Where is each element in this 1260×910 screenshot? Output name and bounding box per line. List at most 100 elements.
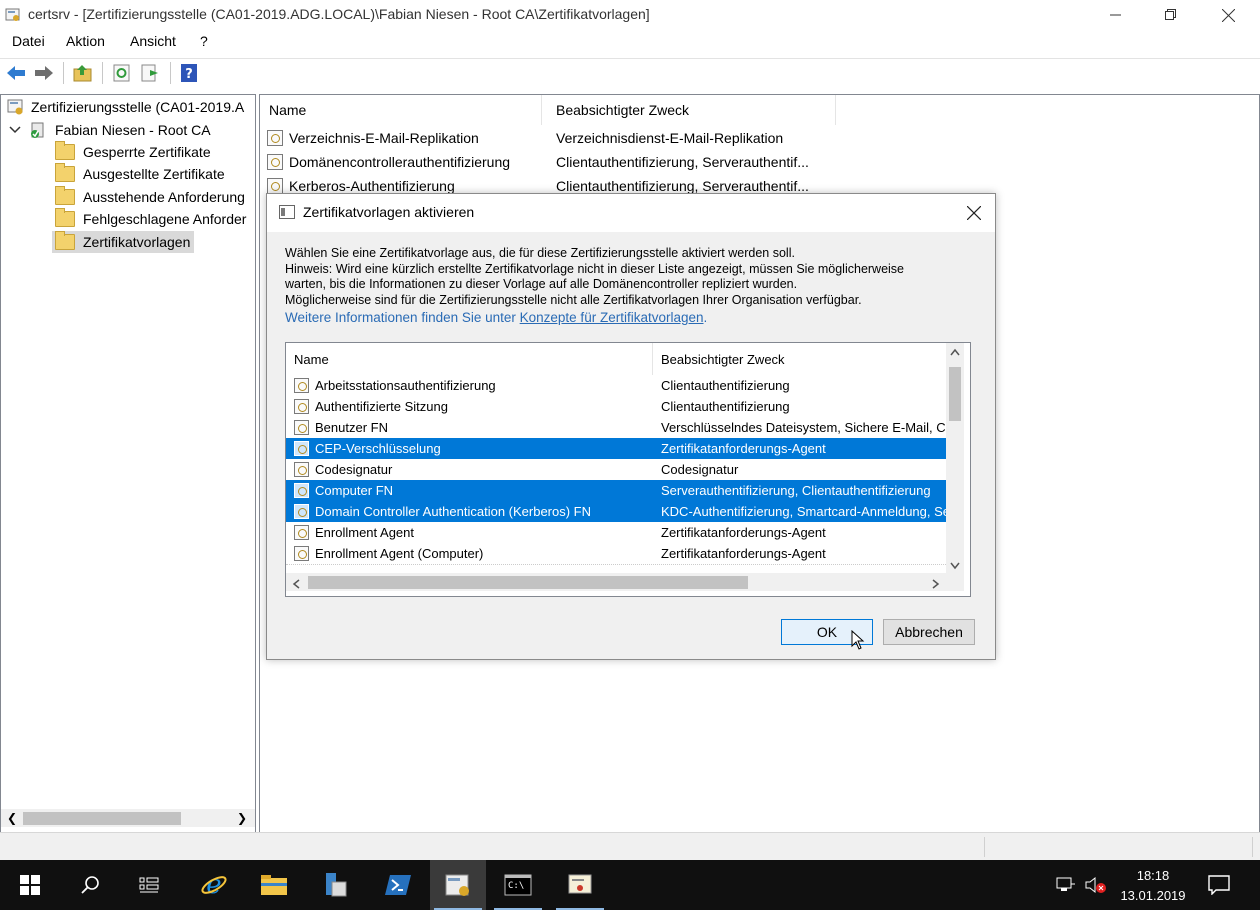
tree-folder-ausgestellte[interactable]: Ausgestellte Zertifikate bbox=[55, 163, 225, 185]
dialog-text-line: Möglicherweise sind für die Zertifizieru… bbox=[285, 292, 862, 307]
close-icon[interactable] bbox=[1205, 0, 1251, 30]
certificate-template-icon bbox=[294, 546, 309, 561]
template-row-name: Authentifizierte Sitzung bbox=[315, 399, 448, 414]
minimize-icon[interactable] bbox=[1093, 0, 1139, 30]
scrollbar-thumb[interactable] bbox=[949, 367, 961, 421]
scroll-down-icon[interactable] bbox=[950, 557, 960, 573]
template-name: Domänencontrollerauthentifizierung bbox=[289, 154, 511, 170]
notification-center-icon[interactable] bbox=[1208, 875, 1230, 898]
volume-muted-icon[interactable] bbox=[1084, 876, 1108, 897]
certsrv-icon[interactable] bbox=[430, 860, 486, 910]
template-row-name: CEP-Verschlüsselung bbox=[315, 441, 441, 456]
powershell-icon[interactable] bbox=[370, 860, 426, 910]
up-folder-icon[interactable] bbox=[72, 63, 94, 83]
export-list-icon[interactable] bbox=[139, 63, 161, 83]
template-row[interactable]: Codesignatur Codesignatur bbox=[286, 459, 946, 480]
template-row[interactable]: Benutzer FN Verschlüsselndes Dateisystem… bbox=[286, 417, 946, 438]
template-row-name: Domain Controller Authentication (Kerber… bbox=[315, 504, 592, 519]
tree-folder-label: Gesperrte Zertifikate bbox=[83, 144, 211, 160]
template-row[interactable]: Enrollment Agent (Computer) Zertifikatan… bbox=[286, 543, 946, 564]
menu-aktion[interactable]: Aktion bbox=[66, 33, 105, 49]
tree-root[interactable]: Zertifizierungsstelle (CA01-2019.A bbox=[7, 96, 244, 118]
tree-ca-label: Fabian Niesen - Root CA bbox=[55, 122, 211, 138]
tree-folder-zertifikatvorlagen[interactable]: Zertifikatvorlagen bbox=[52, 231, 195, 253]
template-row[interactable]: Enrollment Agent Zertifikatanforderungs-… bbox=[286, 522, 946, 543]
dialog-vertical-scrollbar[interactable] bbox=[946, 343, 964, 573]
certificate-template-icon bbox=[294, 441, 309, 456]
help-icon[interactable]: ? bbox=[178, 63, 200, 83]
dialog-text-line: warten, bis die Informationen zu dieser … bbox=[285, 277, 798, 292]
chevron-down-icon[interactable] bbox=[9, 125, 21, 135]
tree-folder-label: Ausstehende Anforderung bbox=[83, 189, 245, 205]
dialog-text-line: Hinweis: Wird eine kürzlich erstellte Ze… bbox=[285, 261, 905, 276]
svg-text:e: e bbox=[206, 871, 221, 899]
folder-icon bbox=[55, 231, 75, 250]
dialog-description: Wählen Sie eine Zertifikatvorlage aus, d… bbox=[285, 246, 985, 326]
internet-explorer-icon[interactable]: e bbox=[186, 860, 242, 910]
template-row-purpose: Verschlüsselndes Dateisystem, Sichere E-… bbox=[661, 420, 946, 435]
template-row[interactable]: Authentifizierte Sitzung Clientauthentif… bbox=[286, 396, 946, 417]
scroll-up-icon[interactable] bbox=[950, 347, 960, 359]
template-row-selected[interactable]: Computer FN Serverauthentifizierung, Cli… bbox=[286, 480, 946, 501]
certificate-app-icon[interactable] bbox=[552, 860, 608, 910]
cancel-button[interactable]: Abbrechen bbox=[883, 619, 975, 645]
command-prompt-icon[interactable]: C:\ bbox=[490, 860, 546, 910]
list-row[interactable]: Domänencontrollerauthentifizierung bbox=[267, 150, 510, 174]
certificate-template-icon bbox=[294, 420, 309, 435]
template-row[interactable]: Arbeitsstationsauthentifizierung Clienta… bbox=[286, 375, 946, 396]
restore-icon[interactable] bbox=[1148, 0, 1194, 30]
certsrv-app-icon bbox=[5, 7, 21, 23]
template-row-selected[interactable]: CEP-Verschlüsselung Zertifikatanforderun… bbox=[286, 438, 946, 459]
toolbar-separator bbox=[170, 62, 171, 84]
tree-folder-ausstehende[interactable]: Ausstehende Anforderung bbox=[55, 186, 245, 208]
template-row-purpose: Clientauthentifizierung bbox=[661, 378, 790, 393]
certificate-template-icon bbox=[294, 399, 309, 414]
refresh-icon[interactable] bbox=[111, 63, 133, 83]
template-row-name: Benutzer FN bbox=[315, 420, 388, 435]
menu-help[interactable]: ? bbox=[200, 33, 208, 49]
back-arrow-icon[interactable] bbox=[5, 63, 27, 83]
dialog-column-purpose[interactable]: Beabsichtigter Zweck bbox=[661, 343, 941, 375]
scroll-left-icon[interactable]: ❮ bbox=[7, 811, 17, 825]
template-row-selected[interactable]: Domain Controller Authentication (Kerber… bbox=[286, 501, 946, 522]
taskbar-clock[interactable]: 18:18 13.01.2019 bbox=[1118, 866, 1188, 906]
search-icon[interactable] bbox=[62, 860, 118, 910]
template-row-name: Enrollment Agent (Computer) bbox=[315, 546, 484, 561]
svg-text:C:\: C:\ bbox=[508, 881, 524, 891]
certification-authority-icon bbox=[7, 98, 25, 116]
scroll-right-icon[interactable]: ❯ bbox=[237, 811, 247, 825]
tree-folder-fehlgeschlagene[interactable]: Fehlgeschlagene Anforder bbox=[55, 208, 246, 230]
column-header-name[interactable]: Name bbox=[260, 95, 542, 125]
scroll-right-icon[interactable] bbox=[932, 576, 940, 592]
start-icon[interactable] bbox=[2, 860, 58, 910]
menu-ansicht[interactable]: Ansicht bbox=[130, 33, 176, 49]
info-suffix: . bbox=[703, 310, 708, 326]
dialog-column-name[interactable]: Name bbox=[294, 343, 649, 375]
server-manager-icon[interactable] bbox=[306, 860, 362, 910]
task-view-icon[interactable] bbox=[121, 860, 177, 910]
tree-ca-node[interactable]: Fabian Niesen - Root CA bbox=[9, 119, 211, 141]
menu-datei[interactable]: Datei bbox=[12, 33, 45, 49]
list-row-purpose: Clientauthentifizierung, Serverauthentif… bbox=[556, 154, 809, 170]
column-header-purpose[interactable]: Beabsichtigter Zweck bbox=[548, 95, 836, 125]
close-icon[interactable] bbox=[959, 198, 989, 228]
scrollbar-thumb[interactable] bbox=[308, 576, 748, 589]
file-explorer-icon[interactable] bbox=[246, 860, 302, 910]
info-prefix: Weitere Informationen finden Sie unter bbox=[285, 310, 520, 326]
template-row-name: Codesignatur bbox=[315, 462, 393, 477]
tree-folder-gesperrte[interactable]: Gesperrte Zertifikate bbox=[55, 141, 211, 163]
certificate-template-icon bbox=[294, 483, 309, 498]
forward-arrow-icon[interactable] bbox=[33, 63, 55, 83]
title-bar: certsrv - [Zertifizierungsstelle (CA01-2… bbox=[0, 0, 1260, 30]
dialog-horizontal-scrollbar[interactable] bbox=[286, 573, 964, 591]
toolbar-separator bbox=[63, 62, 64, 84]
folder-icon bbox=[55, 208, 75, 227]
concepts-link[interactable]: Konzepte für Zertifikatvorlagen bbox=[520, 310, 704, 325]
scrollbar-thumb[interactable] bbox=[23, 812, 181, 825]
scroll-left-icon[interactable] bbox=[292, 576, 300, 592]
tree-horizontal-scrollbar[interactable]: ❮ ❯ bbox=[1, 809, 255, 827]
folder-icon bbox=[55, 186, 75, 205]
list-row[interactable]: Verzeichnis-E-Mail-Replikation bbox=[267, 126, 479, 150]
network-icon[interactable] bbox=[1056, 876, 1076, 897]
folder-icon bbox=[55, 141, 75, 160]
